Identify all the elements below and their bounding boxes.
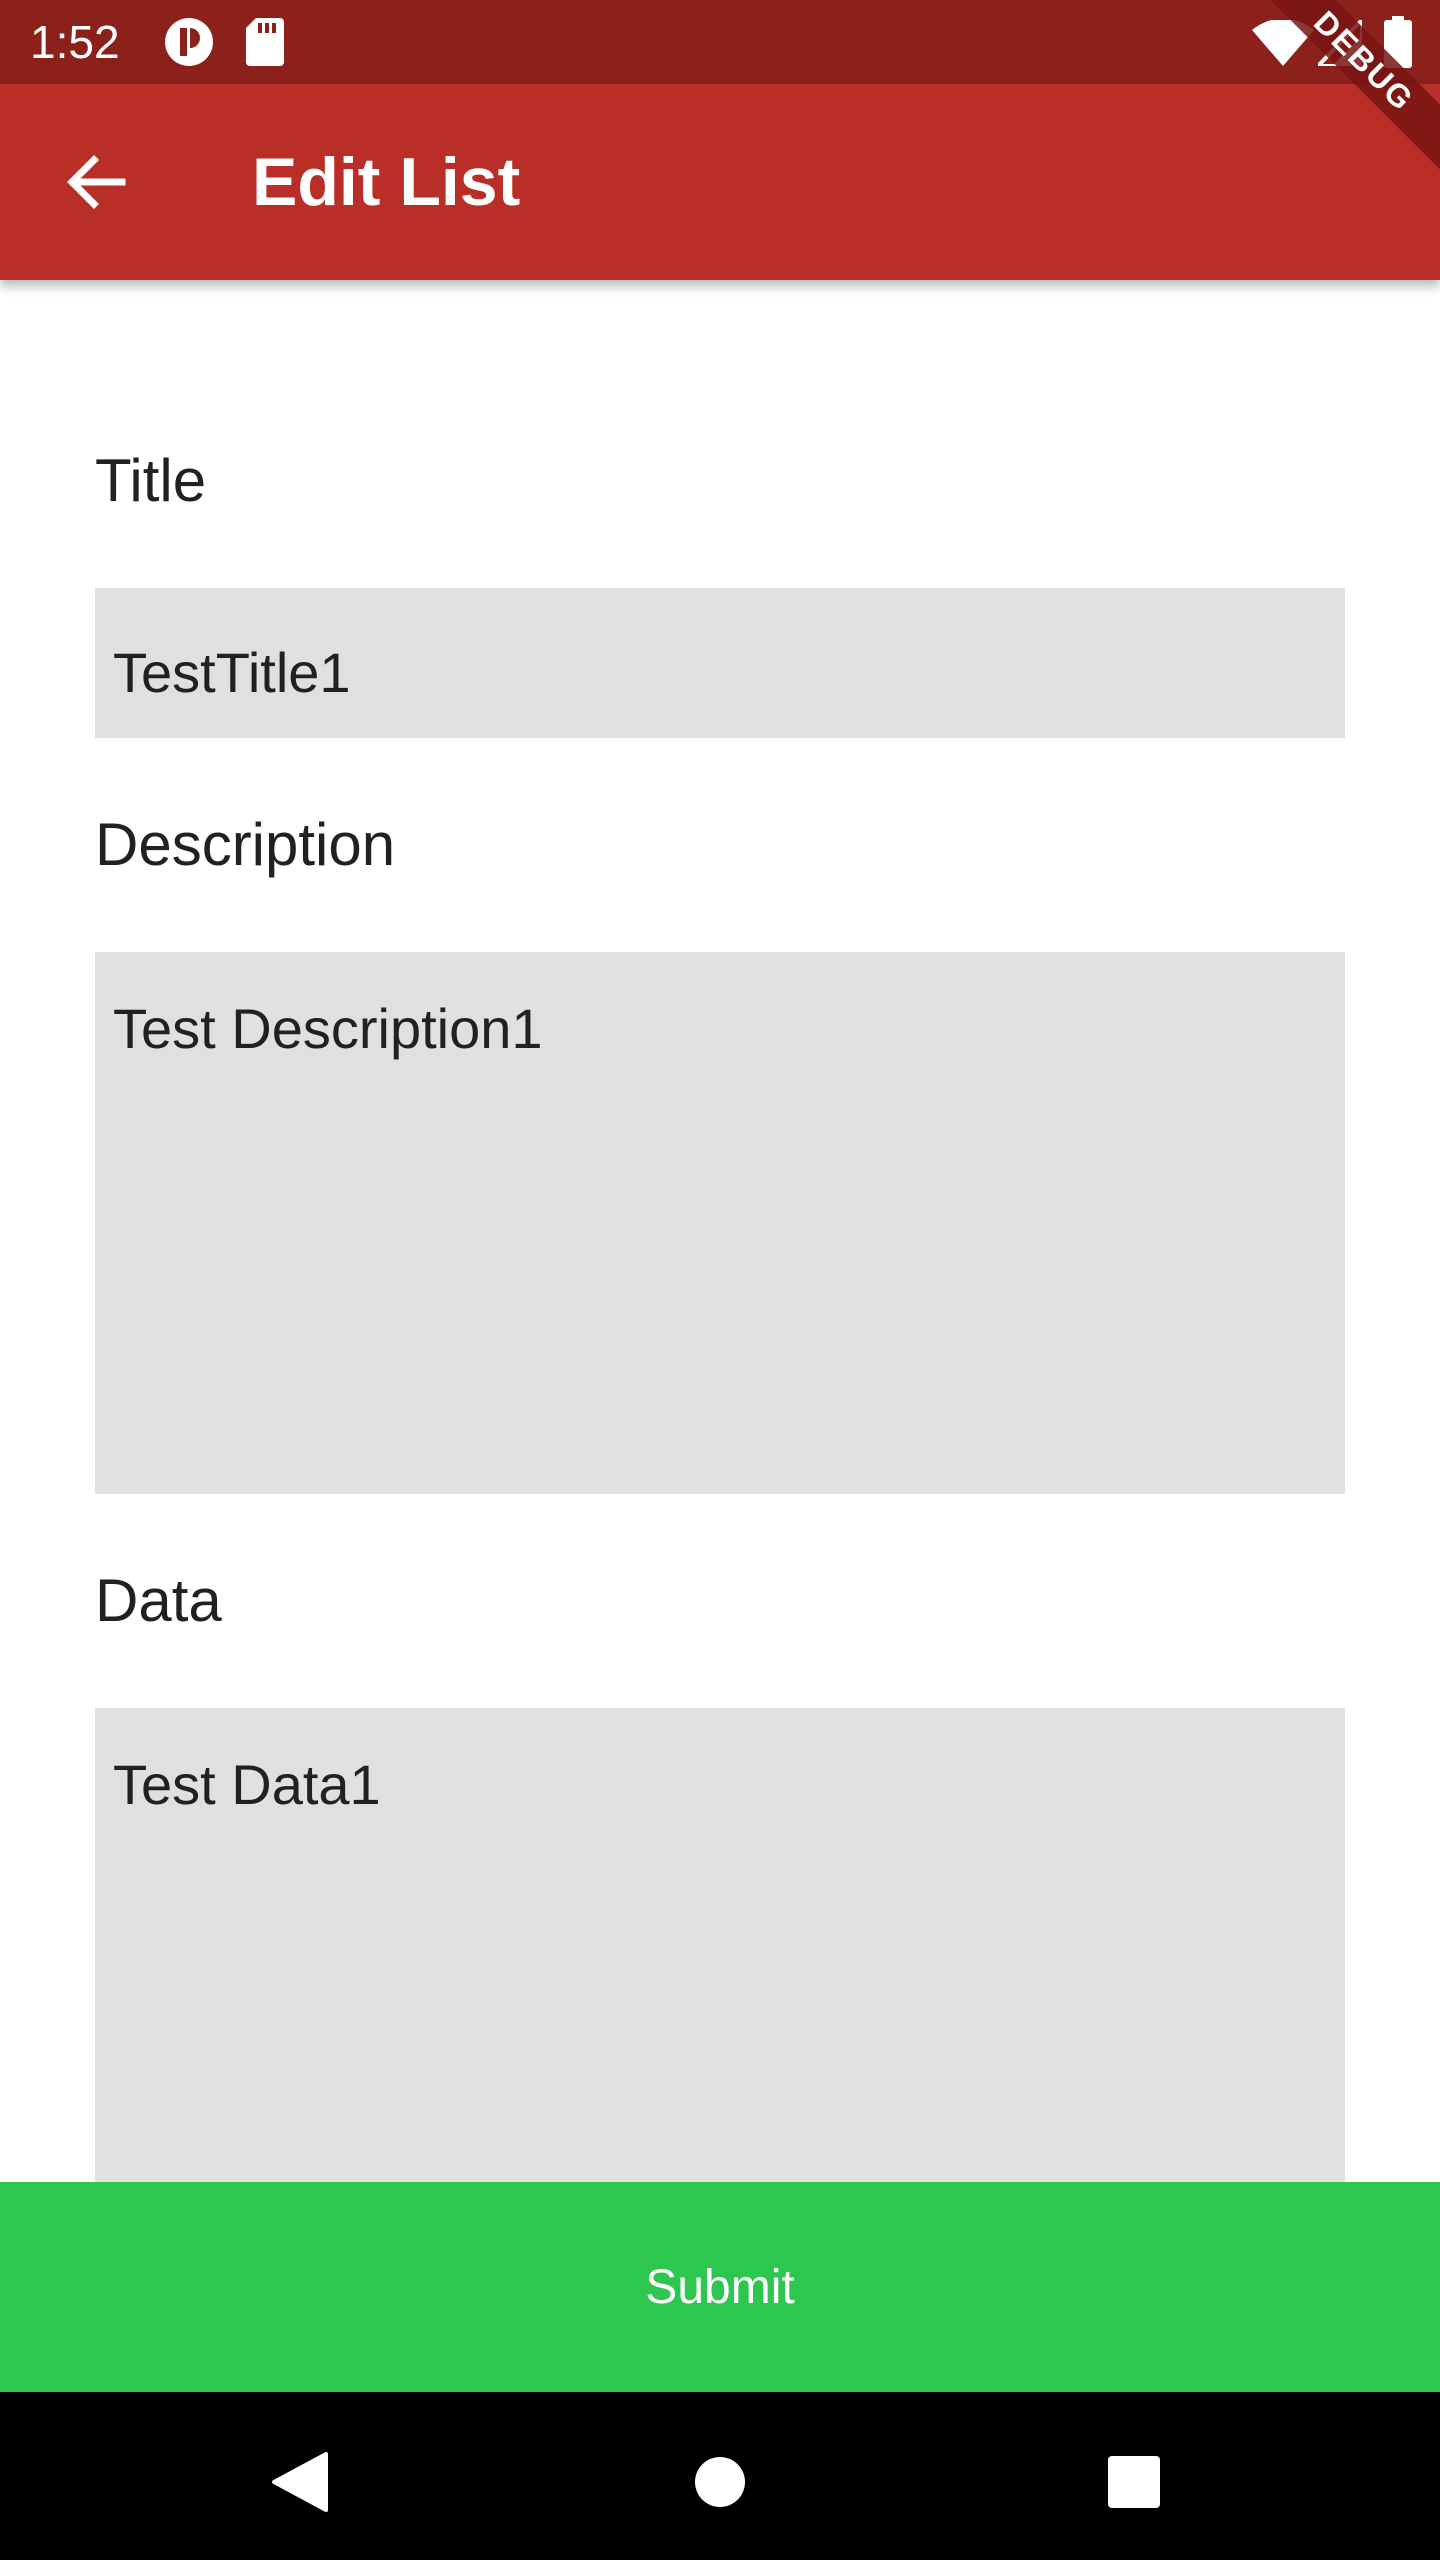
nav-home-button[interactable] (670, 2432, 770, 2532)
description-field[interactable]: Test Description1 (95, 952, 1345, 1494)
edit-list-screen: 1:52 Edit List DEBUG Title TestTitle1 De… (0, 0, 1440, 2560)
status-time: 1:52 (30, 16, 120, 68)
description-field-value: Test Description1 (113, 997, 543, 1060)
app-bar: Edit List (0, 84, 1440, 280)
status-bar: 1:52 (0, 0, 1440, 84)
app-notification-icon (165, 18, 213, 66)
nav-recents-button[interactable] (1084, 2432, 1184, 2532)
system-nav-bar (0, 2392, 1440, 2560)
description-label: Description (95, 811, 396, 878)
nav-back-button[interactable] (250, 2432, 350, 2532)
nav-recents-icon (1108, 2456, 1160, 2508)
data-label: Data (95, 1567, 222, 1634)
wifi-icon (1252, 20, 1314, 66)
nav-home-icon (695, 2457, 745, 2507)
title-field[interactable]: TestTitle1 (95, 588, 1345, 738)
title-label: Title (95, 447, 207, 514)
page-title: Edit List (252, 144, 521, 220)
back-button[interactable] (48, 134, 144, 230)
data-field[interactable]: Test Data1 (95, 1708, 1345, 2182)
submit-button-label: Submit (645, 2260, 795, 2314)
submit-button[interactable]: Submit (0, 2182, 1440, 2392)
title-field-value: TestTitle1 (113, 641, 351, 704)
sd-card-icon (246, 18, 284, 66)
data-field-value: Test Data1 (113, 1753, 381, 1816)
nav-back-icon (272, 2452, 328, 2512)
cell-signal-icon (1318, 20, 1362, 66)
back-arrow-icon (67, 155, 126, 209)
battery-icon (1384, 16, 1412, 68)
